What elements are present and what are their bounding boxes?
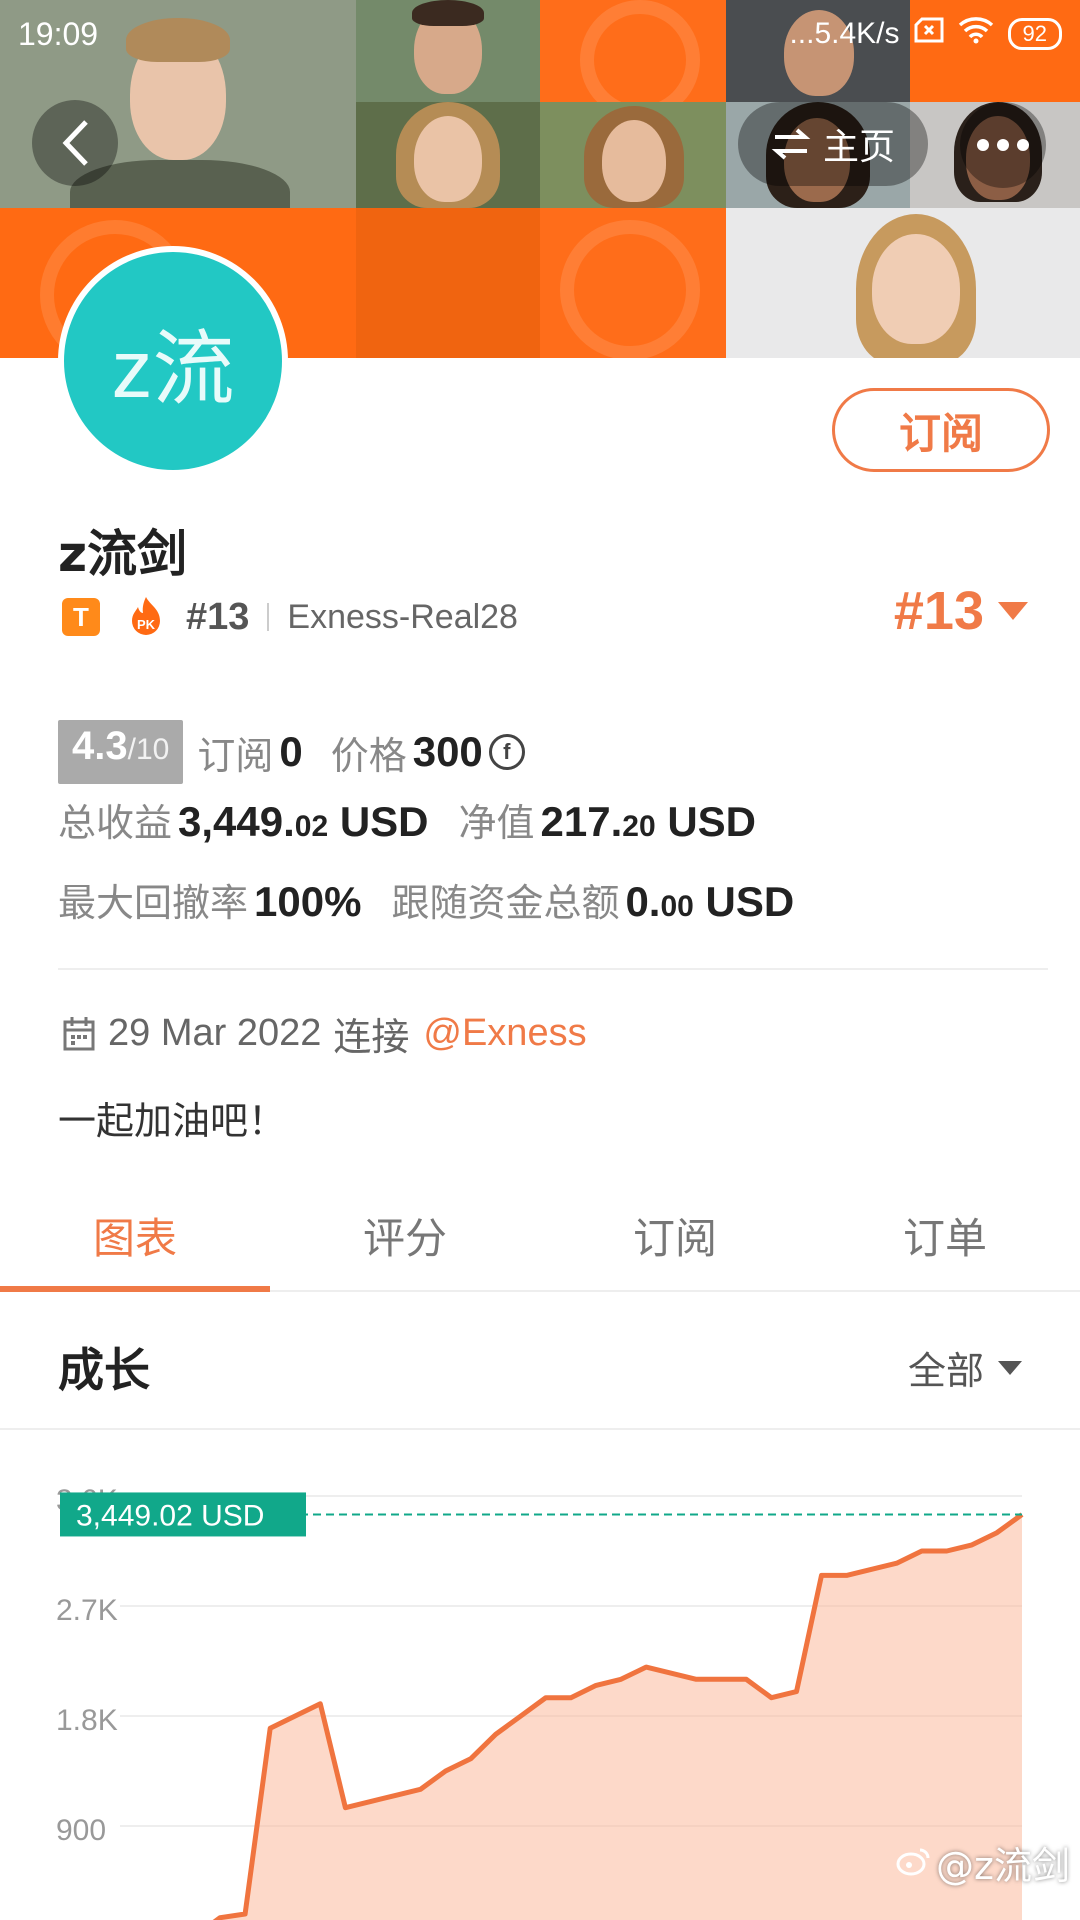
caret-down-icon bbox=[998, 602, 1028, 620]
subscribers-label: 订阅 bbox=[197, 735, 274, 778]
more-button[interactable] bbox=[960, 102, 1046, 188]
profile-motto: 一起加油吧！ bbox=[58, 1099, 287, 1143]
status-icons: ...5.4K/s 92 bbox=[789, 16, 1062, 52]
svg-text:PK: PK bbox=[137, 617, 156, 632]
switch-home-button[interactable]: 主页 bbox=[738, 102, 928, 186]
banner-tile bbox=[356, 208, 540, 358]
stats-panel: 4.3/10 订阅 0 价格 300 f 总收益 3,449.02 USD 净值… bbox=[58, 712, 1048, 952]
avatar[interactable]: z流 bbox=[58, 246, 288, 476]
profile-tabs: 图表 评分 订阅 订单 bbox=[0, 1180, 1080, 1292]
connection-info: 29 Mar 2022 连接 @Exness bbox=[62, 1006, 587, 1061]
account-name: Exness-Real28 bbox=[287, 597, 518, 636]
chevron-left-icon bbox=[62, 120, 88, 166]
weibo-icon bbox=[896, 1841, 930, 1885]
price-value: 300 bbox=[412, 728, 483, 775]
range-selector[interactable]: 全部 bbox=[908, 1340, 1022, 1395]
rank-dropdown[interactable]: #13 bbox=[894, 580, 1028, 642]
caret-down-icon bbox=[998, 1360, 1022, 1375]
member-photo bbox=[356, 102, 540, 208]
follow-funds-label: 跟随资金总额 bbox=[391, 883, 620, 925]
watermark-text: @z流剑 bbox=[936, 1844, 1070, 1888]
follow-funds-value: 0.00 USD bbox=[625, 878, 795, 925]
max-drawdown-value: 100% bbox=[254, 878, 362, 925]
y-tick-label: 2.7K bbox=[56, 1594, 118, 1627]
rank-big-label: #13 bbox=[893, 581, 984, 641]
rank-text: #13 bbox=[186, 595, 250, 638]
divider bbox=[267, 603, 270, 631]
network-speed: ...5.4K/s bbox=[789, 17, 900, 50]
battery-icon: 92 bbox=[1007, 18, 1062, 50]
section-divider bbox=[58, 968, 1048, 970]
banner-pattern bbox=[560, 220, 700, 358]
tab-subscribe[interactable]: 订阅 bbox=[540, 1180, 810, 1290]
rating-max: /10 bbox=[127, 733, 170, 766]
home-label: 主页 bbox=[822, 127, 895, 168]
rating-badge: 4.3/10 bbox=[58, 720, 184, 784]
equity-label: 净值 bbox=[458, 803, 535, 845]
wifi-icon bbox=[958, 16, 994, 52]
calendar-icon bbox=[63, 1016, 95, 1050]
y-tick-label: 1.8K bbox=[56, 1704, 118, 1737]
current-value-label: 3,449.02 USD bbox=[76, 1499, 264, 1532]
max-drawdown-label: 最大回撤率 bbox=[58, 883, 249, 925]
status-bar: 19:09 ...5.4K/s 92 bbox=[0, 0, 1080, 70]
tab-chart[interactable]: 图表 bbox=[0, 1180, 270, 1292]
connect-date: 29 Mar 2022 bbox=[108, 1012, 322, 1054]
pk-fire-icon: PK bbox=[124, 595, 168, 639]
total-profit-label: 总收益 bbox=[58, 803, 173, 845]
growth-header: 成长 全部 bbox=[0, 1294, 1080, 1430]
coin-icon: f bbox=[488, 734, 525, 770]
swap-icon bbox=[771, 128, 811, 160]
badge-row: T PK #13 Exness-Real28 bbox=[62, 592, 518, 642]
member-photo bbox=[540, 102, 726, 208]
watermark: @z流剑 bbox=[896, 1835, 1070, 1890]
tab-rating[interactable]: 评分 bbox=[270, 1180, 540, 1290]
status-time: 19:09 bbox=[18, 16, 99, 52]
subscribe-button[interactable]: 订阅 bbox=[832, 388, 1050, 472]
price-label: 价格 bbox=[330, 735, 407, 778]
username: z流剑 bbox=[58, 525, 188, 583]
tab-orders[interactable]: 订单 bbox=[810, 1180, 1080, 1290]
sim-icon bbox=[914, 17, 944, 51]
trader-badge: T bbox=[62, 598, 100, 636]
broker-link[interactable]: @Exness bbox=[423, 1012, 586, 1055]
subscribers-value: 0 bbox=[279, 728, 303, 775]
back-button[interactable] bbox=[32, 100, 118, 186]
total-profit-value: 3,449.02 USD bbox=[178, 798, 429, 845]
y-tick-label: 900 bbox=[56, 1814, 106, 1847]
equity-value: 217.20 USD bbox=[540, 798, 757, 845]
rating-score: 4.3 bbox=[72, 724, 128, 768]
member-photo bbox=[726, 208, 1080, 358]
connect-label: 连接 bbox=[333, 1017, 410, 1059]
growth-title: 成长 bbox=[58, 1343, 150, 1397]
range-label: 全部 bbox=[907, 1349, 984, 1393]
